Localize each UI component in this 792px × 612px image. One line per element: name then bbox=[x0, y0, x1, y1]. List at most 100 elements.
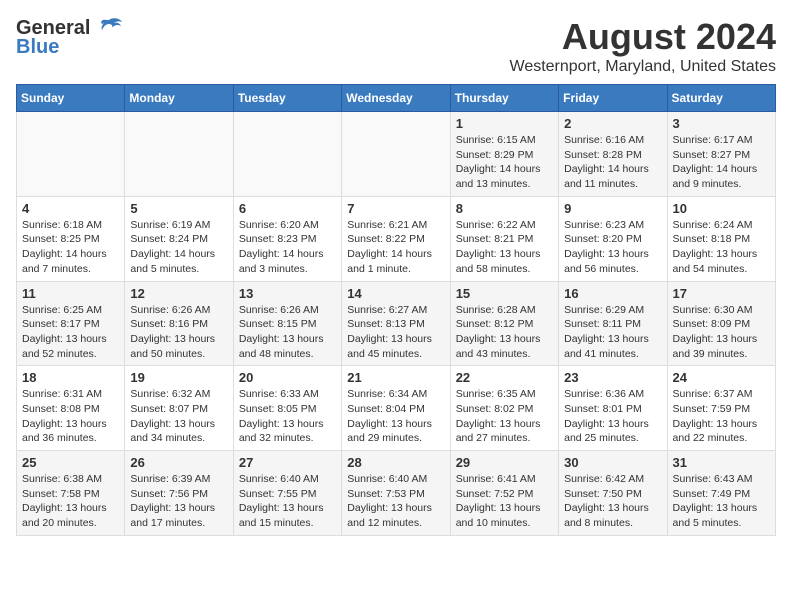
calendar-week-row: 11 Sunrise: 6:25 AM Sunset: 8:17 PM Dayli… bbox=[17, 281, 776, 366]
calendar-table: SundayMondayTuesdayWednesdayThursdayFrid… bbox=[16, 84, 776, 536]
day-info: Sunrise: 6:26 AM Sunset: 8:15 PM Dayligh… bbox=[239, 303, 336, 362]
day-info: Sunrise: 6:23 AM Sunset: 8:20 PM Dayligh… bbox=[564, 218, 661, 277]
calendar-cell: 6 Sunrise: 6:20 AM Sunset: 8:23 PM Daylig… bbox=[233, 196, 341, 281]
calendar-cell: 12 Sunrise: 6:26 AM Sunset: 8:16 PM Dayli… bbox=[125, 281, 233, 366]
weekday-header-cell: Friday bbox=[559, 85, 667, 112]
logo-blue: Blue bbox=[16, 36, 59, 59]
calendar-cell: 28 Sunrise: 6:40 AM Sunset: 7:53 PM Dayli… bbox=[342, 451, 450, 536]
day-info: Sunrise: 6:17 AM Sunset: 8:27 PM Dayligh… bbox=[673, 133, 770, 192]
day-info: Sunrise: 6:19 AM Sunset: 8:24 PM Dayligh… bbox=[130, 218, 227, 277]
day-number: 11 bbox=[22, 286, 119, 301]
day-info: Sunrise: 6:27 AM Sunset: 8:13 PM Dayligh… bbox=[347, 303, 444, 362]
calendar-cell: 17 Sunrise: 6:30 AM Sunset: 8:09 PM Dayli… bbox=[667, 281, 775, 366]
day-number: 20 bbox=[239, 370, 336, 385]
day-info: Sunrise: 6:34 AM Sunset: 8:04 PM Dayligh… bbox=[347, 387, 444, 446]
calendar-cell: 24Sunrise: 6:37 AM Sunset: 7:59 PM Dayli… bbox=[667, 366, 775, 451]
calendar-cell: 5 Sunrise: 6:19 AM Sunset: 8:24 PM Daylig… bbox=[125, 196, 233, 281]
day-number: 17 bbox=[673, 286, 770, 301]
calendar-cell: 3 Sunrise: 6:17 AM Sunset: 8:27 PM Daylig… bbox=[667, 112, 775, 197]
calendar-cell bbox=[125, 112, 233, 197]
day-number: 16 bbox=[564, 286, 661, 301]
calendar-cell: 2 Sunrise: 6:16 AM Sunset: 8:28 PM Daylig… bbox=[559, 112, 667, 197]
day-info: Sunrise: 6:35 AM Sunset: 8:02 PM Dayligh… bbox=[456, 387, 553, 446]
day-info: Sunrise: 6:38 AM Sunset: 7:58 PM Dayligh… bbox=[22, 472, 119, 531]
day-info: Sunrise: 6:28 AM Sunset: 8:12 PM Dayligh… bbox=[456, 303, 553, 362]
day-number: 5 bbox=[130, 201, 227, 216]
calendar-cell: 23Sunrise: 6:36 AM Sunset: 8:01 PM Dayli… bbox=[559, 366, 667, 451]
day-number: 12 bbox=[130, 286, 227, 301]
day-number: 23 bbox=[564, 370, 661, 385]
day-number: 19 bbox=[130, 370, 227, 385]
day-info: Sunrise: 6:24 AM Sunset: 8:18 PM Dayligh… bbox=[673, 218, 770, 277]
day-info: Sunrise: 6:16 AM Sunset: 8:28 PM Dayligh… bbox=[564, 133, 661, 192]
calendar-week-row: 4Sunrise: 6:18 AM Sunset: 8:25 PM Daylig… bbox=[17, 196, 776, 281]
calendar-cell: 25 Sunrise: 6:38 AM Sunset: 7:58 PM Dayli… bbox=[17, 451, 125, 536]
day-info: Sunrise: 6:39 AM Sunset: 7:56 PM Dayligh… bbox=[130, 472, 227, 531]
calendar-cell: 20 Sunrise: 6:33 AM Sunset: 8:05 PM Dayli… bbox=[233, 366, 341, 451]
day-info: Sunrise: 6:15 AM Sunset: 8:29 PM Dayligh… bbox=[456, 133, 553, 192]
calendar-cell: 15Sunrise: 6:28 AM Sunset: 8:12 PM Dayli… bbox=[450, 281, 558, 366]
calendar-cell: 11 Sunrise: 6:25 AM Sunset: 8:17 PM Dayli… bbox=[17, 281, 125, 366]
day-info: Sunrise: 6:42 AM Sunset: 7:50 PM Dayligh… bbox=[564, 472, 661, 531]
day-number: 1 bbox=[456, 116, 553, 131]
location-subtitle: Westernport, Maryland, United States bbox=[510, 58, 777, 76]
weekday-header-cell: Monday bbox=[125, 85, 233, 112]
calendar-cell bbox=[17, 112, 125, 197]
calendar-cell: 16 Sunrise: 6:29 AM Sunset: 8:11 PM Dayli… bbox=[559, 281, 667, 366]
day-number: 28 bbox=[347, 455, 444, 470]
day-info: Sunrise: 6:40 AM Sunset: 7:55 PM Dayligh… bbox=[239, 472, 336, 531]
calendar-cell bbox=[233, 112, 341, 197]
calendar-cell: 31Sunrise: 6:43 AM Sunset: 7:49 PM Dayli… bbox=[667, 451, 775, 536]
logo-bird-icon bbox=[94, 16, 124, 40]
day-info: Sunrise: 6:32 AM Sunset: 8:07 PM Dayligh… bbox=[130, 387, 227, 446]
day-number: 25 bbox=[22, 455, 119, 470]
calendar-cell: 30 Sunrise: 6:42 AM Sunset: 7:50 PM Dayli… bbox=[559, 451, 667, 536]
day-info: Sunrise: 6:40 AM Sunset: 7:53 PM Dayligh… bbox=[347, 472, 444, 531]
day-info: Sunrise: 6:22 AM Sunset: 8:21 PM Dayligh… bbox=[456, 218, 553, 277]
weekday-header-cell: Wednesday bbox=[342, 85, 450, 112]
day-info: Sunrise: 6:25 AM Sunset: 8:17 PM Dayligh… bbox=[22, 303, 119, 362]
header: General Blue August 2024 Westernport, Ma… bbox=[16, 16, 776, 76]
day-info: Sunrise: 6:29 AM Sunset: 8:11 PM Dayligh… bbox=[564, 303, 661, 362]
calendar-cell: 19 Sunrise: 6:32 AM Sunset: 8:07 PM Dayli… bbox=[125, 366, 233, 451]
day-info: Sunrise: 6:26 AM Sunset: 8:16 PM Dayligh… bbox=[130, 303, 227, 362]
calendar-cell: 14Sunrise: 6:27 AM Sunset: 8:13 PM Dayli… bbox=[342, 281, 450, 366]
calendar-cell: 22Sunrise: 6:35 AM Sunset: 8:02 PM Dayli… bbox=[450, 366, 558, 451]
day-info: Sunrise: 6:20 AM Sunset: 8:23 PM Dayligh… bbox=[239, 218, 336, 277]
month-title: August 2024 bbox=[510, 16, 777, 58]
day-number: 29 bbox=[456, 455, 553, 470]
day-number: 7 bbox=[347, 201, 444, 216]
day-number: 9 bbox=[564, 201, 661, 216]
calendar-cell bbox=[342, 112, 450, 197]
day-info: Sunrise: 6:31 AM Sunset: 8:08 PM Dayligh… bbox=[22, 387, 119, 446]
day-info: Sunrise: 6:30 AM Sunset: 8:09 PM Dayligh… bbox=[673, 303, 770, 362]
calendar-cell: 18Sunrise: 6:31 AM Sunset: 8:08 PM Dayli… bbox=[17, 366, 125, 451]
day-number: 13 bbox=[239, 286, 336, 301]
title-section: August 2024 Westernport, Maryland, Unite… bbox=[510, 16, 777, 76]
calendar-cell: 7 Sunrise: 6:21 AM Sunset: 8:22 PM Daylig… bbox=[342, 196, 450, 281]
day-number: 3 bbox=[673, 116, 770, 131]
logo: General Blue bbox=[16, 16, 124, 59]
calendar-cell: 8 Sunrise: 6:22 AM Sunset: 8:21 PM Daylig… bbox=[450, 196, 558, 281]
day-number: 30 bbox=[564, 455, 661, 470]
calendar-body: 1 Sunrise: 6:15 AM Sunset: 8:29 PM Daylig… bbox=[17, 112, 776, 536]
weekday-header-row: SundayMondayTuesdayWednesdayThursdayFrid… bbox=[17, 85, 776, 112]
day-number: 27 bbox=[239, 455, 336, 470]
day-info: Sunrise: 6:33 AM Sunset: 8:05 PM Dayligh… bbox=[239, 387, 336, 446]
calendar-cell: 1 Sunrise: 6:15 AM Sunset: 8:29 PM Daylig… bbox=[450, 112, 558, 197]
day-number: 6 bbox=[239, 201, 336, 216]
day-number: 4 bbox=[22, 201, 119, 216]
day-number: 21 bbox=[347, 370, 444, 385]
calendar-cell: 10Sunrise: 6:24 AM Sunset: 8:18 PM Dayli… bbox=[667, 196, 775, 281]
weekday-header-cell: Thursday bbox=[450, 85, 558, 112]
day-number: 8 bbox=[456, 201, 553, 216]
calendar-week-row: 18Sunrise: 6:31 AM Sunset: 8:08 PM Dayli… bbox=[17, 366, 776, 451]
calendar-week-row: 1 Sunrise: 6:15 AM Sunset: 8:29 PM Daylig… bbox=[17, 112, 776, 197]
day-info: Sunrise: 6:37 AM Sunset: 7:59 PM Dayligh… bbox=[673, 387, 770, 446]
day-number: 2 bbox=[564, 116, 661, 131]
calendar-cell: 21 Sunrise: 6:34 AM Sunset: 8:04 PM Dayli… bbox=[342, 366, 450, 451]
calendar-week-row: 25 Sunrise: 6:38 AM Sunset: 7:58 PM Dayli… bbox=[17, 451, 776, 536]
day-info: Sunrise: 6:21 AM Sunset: 8:22 PM Dayligh… bbox=[347, 218, 444, 277]
calendar-cell: 27 Sunrise: 6:40 AM Sunset: 7:55 PM Dayli… bbox=[233, 451, 341, 536]
day-number: 26 bbox=[130, 455, 227, 470]
